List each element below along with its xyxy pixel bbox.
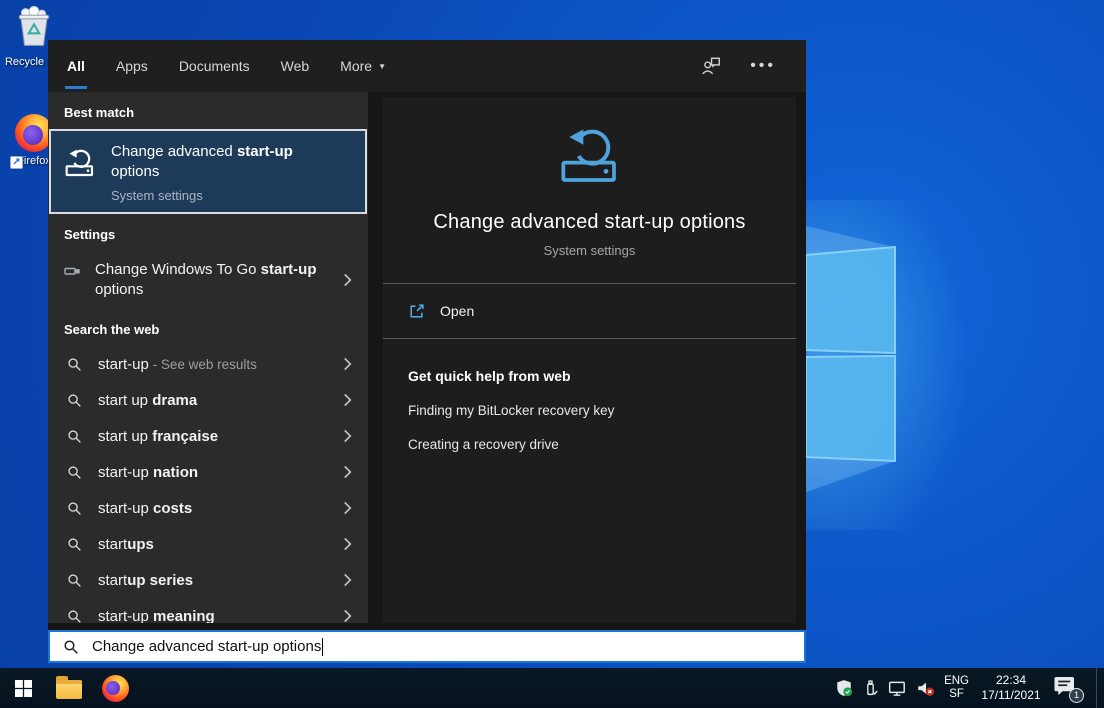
advanced-startup-icon: [64, 147, 96, 179]
text-caret: [322, 638, 323, 656]
help-link-bitlocker[interactable]: Finding my BitLocker recovery key: [408, 403, 796, 418]
section-search-the-web: Search the web: [48, 309, 368, 346]
search-icon: [63, 639, 79, 655]
chevron-right-icon: [343, 573, 352, 587]
web-suggestion-row[interactable]: start-up costs: [48, 490, 368, 526]
chevron-right-icon: [343, 273, 352, 287]
notification-badge: 1: [1069, 688, 1084, 703]
web-suggestion-row[interactable]: start up française: [48, 418, 368, 454]
best-match-title: Change advanced start-up options: [111, 142, 343, 182]
system-tray: ENG SF 22:34 17/11/2021 1: [835, 668, 1104, 708]
web-suggestion-row[interactable]: start-up - See web results: [48, 346, 368, 382]
section-settings: Settings: [48, 214, 368, 251]
taskbar: ENG SF 22:34 17/11/2021 1: [0, 668, 1104, 708]
tab-all[interactable]: All: [65, 40, 87, 92]
security-shield-icon[interactable]: [835, 679, 853, 697]
web-suggestion-row[interactable]: startup series: [48, 562, 368, 598]
language-indicator[interactable]: ENG SF: [944, 675, 969, 701]
search-icon: [67, 429, 82, 444]
open-external-icon: [408, 303, 425, 320]
search-icon: [67, 357, 82, 372]
search-icon: [67, 393, 82, 408]
folder-icon: [56, 680, 82, 699]
feedback-icon[interactable]: [700, 56, 722, 76]
network-display-icon[interactable]: [888, 680, 907, 697]
web-suggestion-row[interactable]: start-up meaning: [48, 598, 368, 623]
more-options-icon[interactable]: •••: [750, 61, 776, 71]
section-best-match: Best match: [48, 92, 368, 129]
tab-more[interactable]: More▼: [338, 40, 388, 92]
chevron-right-icon: [343, 429, 352, 443]
web-suggestion-row[interactable]: startups: [48, 526, 368, 562]
help-link-recovery-drive[interactable]: Creating a recovery drive: [408, 437, 796, 452]
action-center-button[interactable]: 1: [1053, 674, 1083, 702]
usb-device-icon[interactable]: [862, 679, 879, 697]
search-filter-tabs: All Apps Documents Web More▼ •••: [48, 40, 806, 92]
web-suggestion-row[interactable]: start-up nation: [48, 454, 368, 490]
preview-title: Change advanced start-up options: [383, 211, 796, 234]
result-preview-pane: Change advanced start-up options System …: [383, 97, 796, 623]
firefox-taskbar-button[interactable]: [92, 668, 138, 708]
chevron-right-icon: [343, 537, 352, 551]
search-icon: [67, 573, 82, 588]
chevron-right-icon: [343, 609, 352, 623]
chevron-down-icon: ▼: [378, 62, 386, 71]
advanced-startup-icon-large: [558, 124, 622, 188]
desktop: Recycle Bin ↗ Firefox All Apps Documents…: [0, 0, 1104, 708]
tab-apps[interactable]: Apps: [114, 40, 150, 92]
search-icon: [67, 501, 82, 516]
chevron-right-icon: [343, 501, 352, 515]
quick-help-header: Get quick help from web: [408, 368, 796, 384]
start-button[interactable]: [0, 668, 46, 708]
usb-drive-icon: [64, 264, 81, 278]
open-label: Open: [440, 303, 474, 319]
shortcut-arrow-icon: ↗: [10, 156, 23, 169]
search-icon: [67, 465, 82, 480]
tab-web[interactable]: Web: [279, 40, 312, 92]
best-match-result[interactable]: Change advanced start-up options System …: [49, 129, 367, 214]
chevron-right-icon: [343, 465, 352, 479]
chevron-right-icon: [343, 393, 352, 407]
chevron-right-icon: [343, 357, 352, 371]
best-match-subtitle: System settings: [111, 188, 343, 203]
open-action[interactable]: Open: [383, 284, 796, 338]
divider: [383, 338, 796, 339]
firefox-glyph: [102, 675, 129, 702]
date: 17/11/2021: [978, 688, 1044, 703]
show-desktop-button[interactable]: [1096, 668, 1101, 708]
search-flyout-panel: All Apps Documents Web More▼ ••• Best ma…: [48, 40, 806, 663]
search-icon: [67, 609, 82, 624]
search-input[interactable]: Change advanced start-up options: [48, 630, 806, 663]
settings-result-windows-to-go[interactable]: Change Windows To Go start-up options: [48, 251, 368, 309]
settings-result-text: Change Windows To Go start-up options: [95, 260, 333, 300]
search-results-column: Best match Change advanced start-up opti…: [48, 92, 368, 623]
tab-documents[interactable]: Documents: [177, 40, 252, 92]
volume-muted-icon[interactable]: [916, 680, 935, 697]
web-suggestion-row[interactable]: start up drama: [48, 382, 368, 418]
windows-logo-icon: [15, 680, 32, 697]
search-icon: [67, 537, 82, 552]
search-input-value: Change advanced start-up options: [92, 638, 321, 655]
time: 22:34: [978, 673, 1044, 688]
preview-subtitle: System settings: [383, 243, 796, 258]
clock[interactable]: 22:34 17/11/2021: [978, 673, 1044, 703]
file-explorer-button[interactable]: [46, 668, 92, 708]
